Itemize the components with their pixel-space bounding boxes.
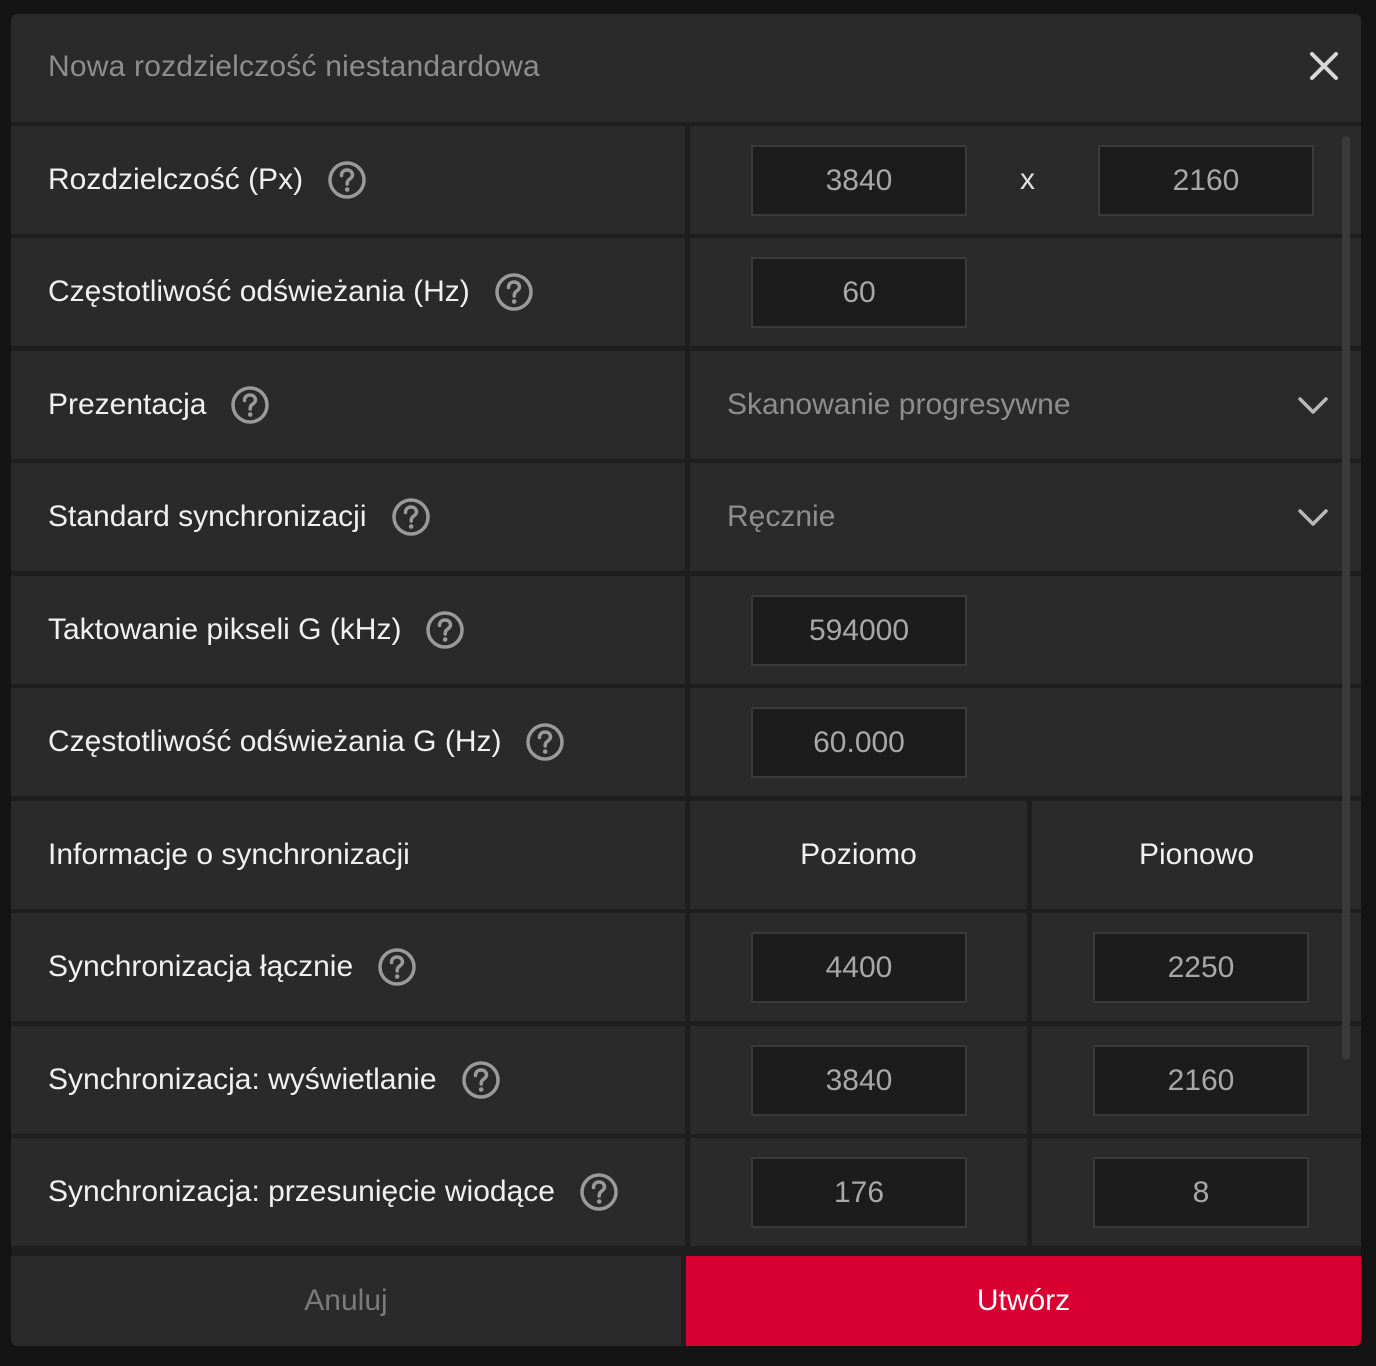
cancel-button[interactable]: Anuluj [11,1256,681,1346]
pixel-clock-row: Taktowanie pikseli G (kHz) 594000 [11,576,1361,684]
sync-standard-label: Standard synchronizacji [48,500,367,533]
resolution-row: Rozdzielczość (Px) 3840 x 2160 [11,126,1361,234]
help-icon[interactable] [525,722,565,762]
help-icon[interactable] [425,610,465,650]
resolution-separator: x [1020,163,1035,196]
horizontal-column-header: Poziomo [800,838,917,871]
refresh-rate-row: Częstotliwość odświeżania (Hz) 60 [11,238,1361,346]
settings-list: Rozdzielczość (Px) 3840 x 2160 Częstotli… [11,126,1361,1258]
timing-display-row: Synchronizacja: wyświetlanie 3840 2160 [11,1026,1361,1134]
help-icon[interactable] [327,160,367,200]
timing-display-vertical-input[interactable]: 2160 [1093,1045,1309,1116]
pixel-clock-input[interactable]: 594000 [751,595,967,666]
help-icon[interactable] [230,385,270,425]
g-refresh-rate-row: Częstotliwość odświeżania G (Hz) 60.000 [11,688,1361,796]
presentation-dropdown[interactable]: Skanowanie progresywne [690,351,1361,459]
sync-standard-selected-value: Ręcznie [727,500,836,533]
help-icon[interactable] [391,497,431,537]
custom-resolution-dialog: Nowa rozdzielczość niestandardowa Rozdzi… [11,14,1361,1346]
sync-standard-row: Standard synchronizacji Ręcznie [11,463,1361,571]
dialog-title: Nowa rozdzielczość niestandardowa [48,50,540,83]
presentation-row: Prezentacja Skanowanie progresywne [11,351,1361,459]
refresh-rate-label: Częstotliwość odświeżania (Hz) [48,275,470,308]
scrollbar[interactable] [1342,136,1350,1060]
timing-display-horizontal-input[interactable]: 3840 [751,1045,967,1116]
help-icon[interactable] [494,272,534,312]
timing-total-vertical-input[interactable]: 2250 [1093,932,1309,1003]
help-icon[interactable] [579,1172,619,1212]
vertical-column-header: Pionowo [1138,838,1255,871]
chevron-down-icon[interactable] [1297,501,1329,533]
close-button[interactable] [1307,49,1341,83]
timing-front-porch-label: Synchronizacja: przesunięcie wiodące [48,1175,555,1208]
timing-info-row: Informacje o synchronizacji Poziomo Pion… [11,801,1361,909]
resolution-height-input[interactable]: 2160 [1098,145,1314,216]
create-button[interactable]: Utwórz [686,1256,1361,1346]
timing-total-horizontal-input[interactable]: 4400 [751,932,967,1003]
g-refresh-rate-label: Częstotliwość odświeżania G (Hz) [48,725,502,758]
timing-info-label: Informacje o synchronizacji [48,838,410,871]
g-refresh-rate-input[interactable]: 60.000 [751,707,967,778]
timing-front-porch-vertical-input[interactable]: 8 [1093,1157,1309,1228]
dialog-header: Nowa rozdzielczość niestandardowa [11,14,1361,122]
timing-total-row: Synchronizacja łącznie 4400 2250 [11,913,1361,1021]
sync-standard-dropdown[interactable]: Ręcznie [690,463,1361,571]
resolution-label: Rozdzielczość (Px) [48,163,304,196]
close-icon[interactable] [1307,49,1341,83]
help-icon[interactable] [377,947,417,987]
timing-total-label: Synchronizacja łącznie [48,950,354,983]
timing-front-porch-horizontal-input[interactable]: 176 [751,1157,967,1228]
timing-front-porch-row: Synchronizacja: przesunięcie wiodące 176… [11,1138,1361,1246]
pixel-clock-label: Taktowanie pikseli G (kHz) [48,613,402,646]
refresh-rate-input[interactable]: 60 [751,257,967,328]
presentation-label: Prezentacja [48,388,207,421]
presentation-selected-value: Skanowanie progresywne [727,388,1071,421]
chevron-down-icon[interactable] [1297,389,1329,421]
dialog-footer: Anuluj Utwórz [11,1256,1361,1346]
help-icon[interactable] [461,1060,501,1100]
resolution-width-input[interactable]: 3840 [751,145,967,216]
timing-display-label: Synchronizacja: wyświetlanie [48,1063,437,1096]
